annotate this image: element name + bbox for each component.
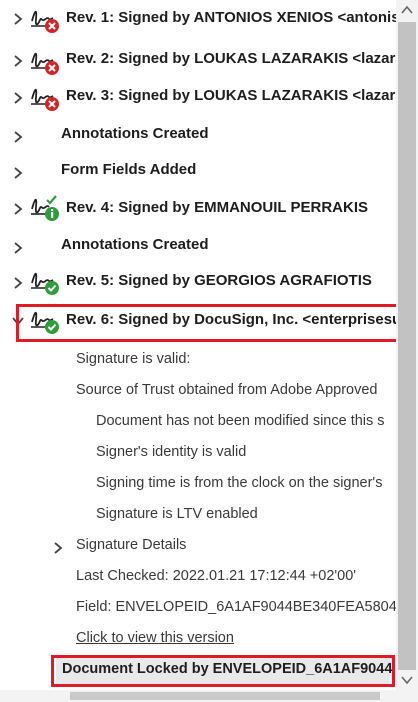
chevron-right-icon[interactable] bbox=[10, 90, 26, 106]
field-text: Field: ENVELOPEID_6A1AF9044BE340FEA58041… bbox=[76, 599, 396, 615]
chevron-right-icon[interactable] bbox=[10, 129, 26, 145]
tree-item-label: Form Fields Added bbox=[61, 161, 197, 178]
tree-item-form-fields-added[interactable]: Form Fields Added bbox=[0, 155, 396, 189]
not-modified-text: Document has not been modified since thi… bbox=[96, 413, 385, 429]
tree-item-rev2[interactable]: Rev. 2: Signed by LOUKAS LAZARAKIS <laza… bbox=[0, 43, 396, 77]
highlight-box-rev6 bbox=[16, 304, 396, 342]
vertical-scrollbar-thumb[interactable] bbox=[398, 22, 416, 670]
signature-invalid-icon bbox=[28, 5, 62, 35]
chevron-right-icon[interactable] bbox=[10, 240, 26, 256]
source-of-trust-text: Source of Trust obtained from Adobe Appr… bbox=[76, 382, 378, 398]
last-checked-text: Last Checked: 2022.01.21 17:12:44 +02'00… bbox=[76, 568, 357, 584]
signature-invalid-icon bbox=[28, 83, 62, 113]
signature-tree: Rev. 1: Signed by ANTONIOS XENIOS <anton… bbox=[0, 0, 396, 690]
signing-time-text: Signing time is from the clock on the si… bbox=[96, 475, 383, 491]
tree-item-rev5[interactable]: Rev. 5: Signed by GEORGIOS AGRAFIOTIS bbox=[0, 264, 396, 298]
tree-item-rev3[interactable]: Rev. 3: Signed by LOUKAS LAZARAKIS <laza… bbox=[0, 79, 396, 113]
tree-item-label: Rev. 1: Signed by ANTONIOS XENIOS <anton… bbox=[66, 9, 396, 26]
tree-item-label: Annotations Created bbox=[61, 236, 209, 253]
scroll-up-arrow-icon[interactable] bbox=[396, 0, 418, 20]
chevron-right-icon[interactable] bbox=[10, 11, 26, 27]
signature-invalid-icon bbox=[28, 47, 62, 77]
tree-item-annotations-created[interactable]: Annotations Created bbox=[0, 119, 396, 153]
chevron-right-icon[interactable] bbox=[10, 53, 26, 69]
tree-item-label: Annotations Created bbox=[61, 125, 209, 142]
chevron-right-icon[interactable] bbox=[50, 540, 66, 556]
signature-panel: Rev. 1: Signed by ANTONIOS XENIOS <anton… bbox=[0, 0, 418, 702]
signature-valid-info-icon bbox=[28, 193, 62, 223]
tree-item-label: Rev. 2: Signed by LOUKAS LAZARAKIS <laza… bbox=[66, 50, 396, 67]
tree-item-rev1[interactable]: Rev. 1: Signed by ANTONIOS XENIOS <anton… bbox=[0, 2, 396, 36]
tree-item-label: Rev. 3: Signed by LOUKAS LAZARAKIS <laza… bbox=[66, 87, 396, 104]
view-version-link[interactable]: Click to view this version bbox=[76, 630, 234, 646]
ltv-enabled-text: Signature is LTV enabled bbox=[96, 506, 258, 522]
signature-valid-text: Signature is valid: bbox=[76, 351, 191, 367]
chevron-right-icon[interactable] bbox=[10, 201, 26, 217]
tree-item-rev4[interactable]: Rev. 4: Signed by EMMANOUIL PERRAKIS bbox=[0, 191, 396, 225]
identity-valid-text: Signer's identity is valid bbox=[96, 444, 247, 460]
horizontal-scrollbar-thumb[interactable] bbox=[70, 692, 380, 700]
tree-item-annotations-created-2[interactable]: Annotations Created bbox=[0, 230, 396, 264]
chevron-right-icon[interactable] bbox=[10, 165, 26, 181]
chevron-right-icon[interactable] bbox=[10, 275, 26, 291]
tree-item-label: Rev. 5: Signed by GEORGIOS AGRAFIOTIS bbox=[66, 272, 372, 289]
highlight-box-locked bbox=[51, 655, 395, 687]
scroll-down-arrow-icon[interactable] bbox=[396, 670, 418, 690]
tree-item-signature-details[interactable]: Signature Details bbox=[0, 530, 396, 564]
signature-valid-icon bbox=[28, 267, 62, 297]
signature-details-label: Signature Details bbox=[76, 537, 187, 553]
tree-item-label: Rev. 4: Signed by EMMANOUIL PERRAKIS bbox=[66, 199, 368, 216]
